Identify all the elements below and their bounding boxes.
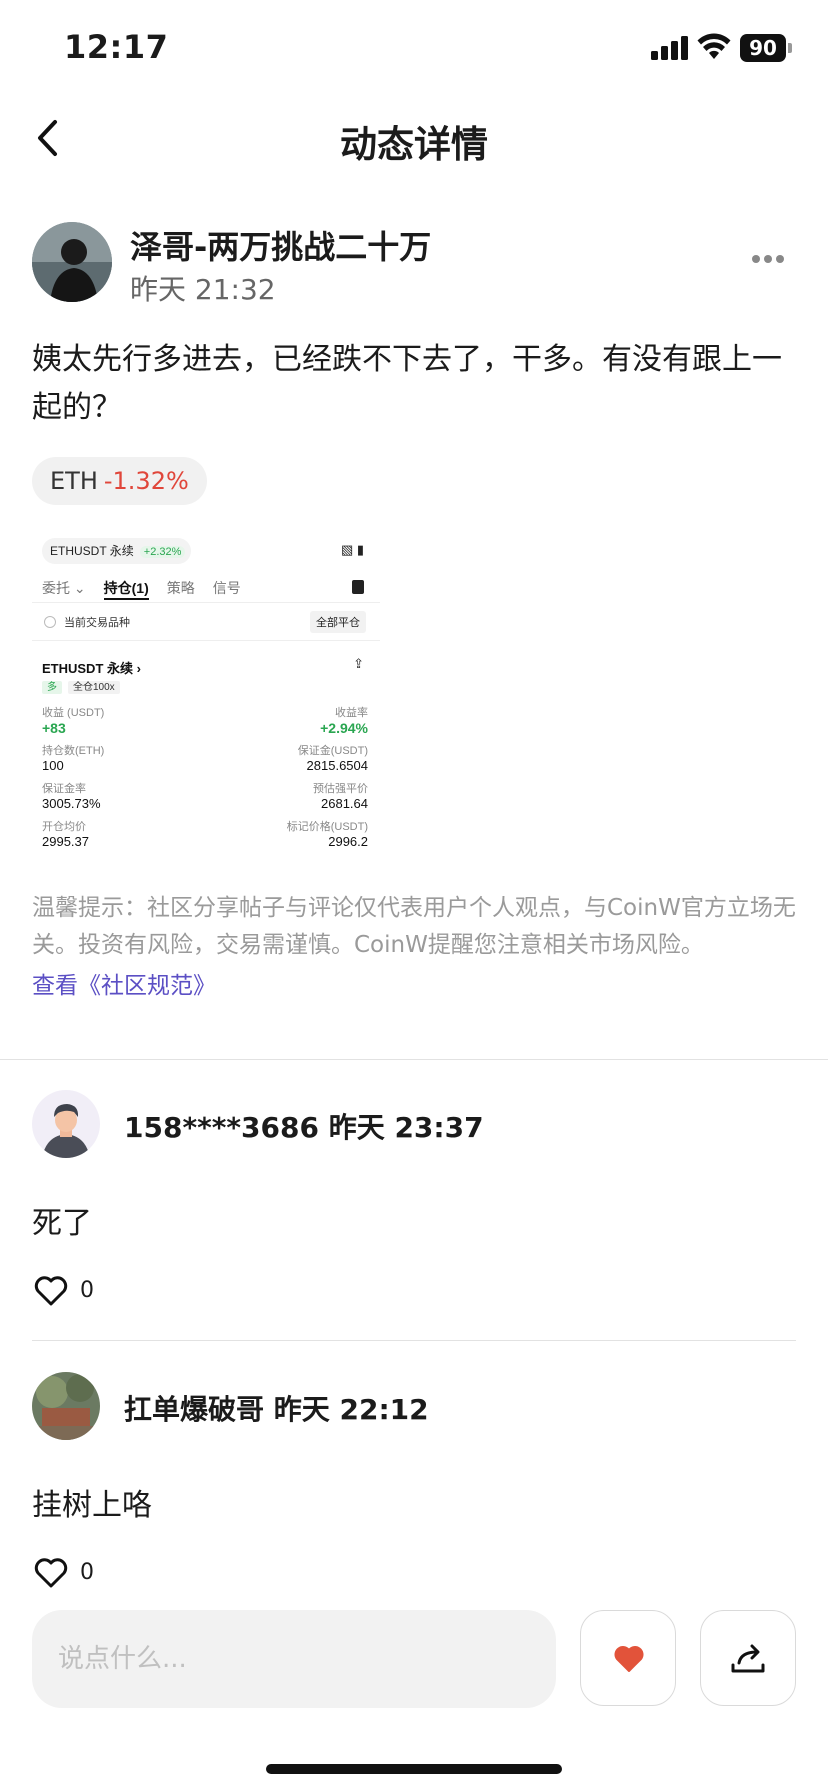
author-name[interactable]: 泽哥-两万挑战二十万 [130, 222, 431, 268]
post-time: 昨天 21:32 [130, 273, 276, 306]
image-doc-icon [352, 580, 364, 594]
coin-tag-change: -1.32% [103, 467, 189, 495]
comment-text: 死了 [32, 1206, 92, 1241]
image-tabs: 委托 ⌄ 持仓(1) 策略 信号 [42, 578, 372, 600]
post-header: 泽哥-两万挑战二十万 昨天 21:32 [0, 218, 828, 308]
image-pair-pill: ETHUSDT 永续 +2.32% [42, 538, 192, 564]
home-indicator [266, 1764, 562, 1774]
page-title: 动态详情 [340, 123, 488, 166]
battery-icon: 90 [740, 34, 792, 62]
share-post-button[interactable] [700, 1610, 796, 1706]
post-content: 姨太先行多进去，已经跌不下去了，干多。有没有跟上一起的？ [32, 342, 782, 425]
battery-level: 90 [740, 34, 786, 62]
coin-tag[interactable]: ETH -1.32% [32, 457, 207, 505]
image-radio-icon [44, 616, 56, 628]
comment-input-box[interactable] [32, 1610, 556, 1708]
comment-avatar[interactable] [32, 1372, 100, 1440]
like-post-button[interactable] [580, 1610, 676, 1706]
author-avatar[interactable] [32, 222, 112, 302]
heart-icon[interactable] [34, 1276, 68, 1306]
comment-user[interactable]: 扛单爆破哥 昨天 22:12 [124, 1388, 429, 1428]
status-time: 12:17 [64, 28, 169, 66]
comment-like-count: 0 [80, 1560, 94, 1585]
share-icon [731, 1644, 765, 1673]
cellular-signal-icon [651, 36, 688, 60]
image-share-icon: ⇪ [353, 656, 364, 671]
comment-avatar[interactable] [32, 1090, 100, 1158]
wifi-icon [697, 33, 731, 59]
comment-user[interactable]: 158****3686 昨天 23:37 [124, 1106, 484, 1146]
heart-filled-icon [614, 1646, 644, 1672]
section-divider [0, 1059, 828, 1060]
image-chart-icons: ▧ ▮ [340, 542, 364, 557]
coin-tag-symbol: ETH [50, 467, 98, 495]
comment-divider [32, 1340, 796, 1341]
post-image[interactable]: ETHUSDT 永续 +2.32% ▧ ▮ 委托 ⌄ 持仓(1) 策略 信号 当前交易品… [32, 528, 380, 870]
heart-icon[interactable] [34, 1558, 68, 1588]
more-options-icon[interactable] [752, 248, 796, 272]
community-rules-link[interactable]: 查看《社区规范》 [32, 966, 216, 1000]
comment-input[interactable] [32, 1610, 556, 1708]
comment-text: 挂树上咯 [32, 1488, 152, 1523]
nav-bar: 动态详情 [0, 100, 828, 180]
status-bar: 12:17 90 [0, 0, 828, 100]
risk-notice: 温馨提示：社区分享帖子与评论仅代表用户个人观点，与CoinW官方立场无关。投资有… [32, 895, 796, 958]
comment-like-count: 0 [80, 1278, 94, 1303]
